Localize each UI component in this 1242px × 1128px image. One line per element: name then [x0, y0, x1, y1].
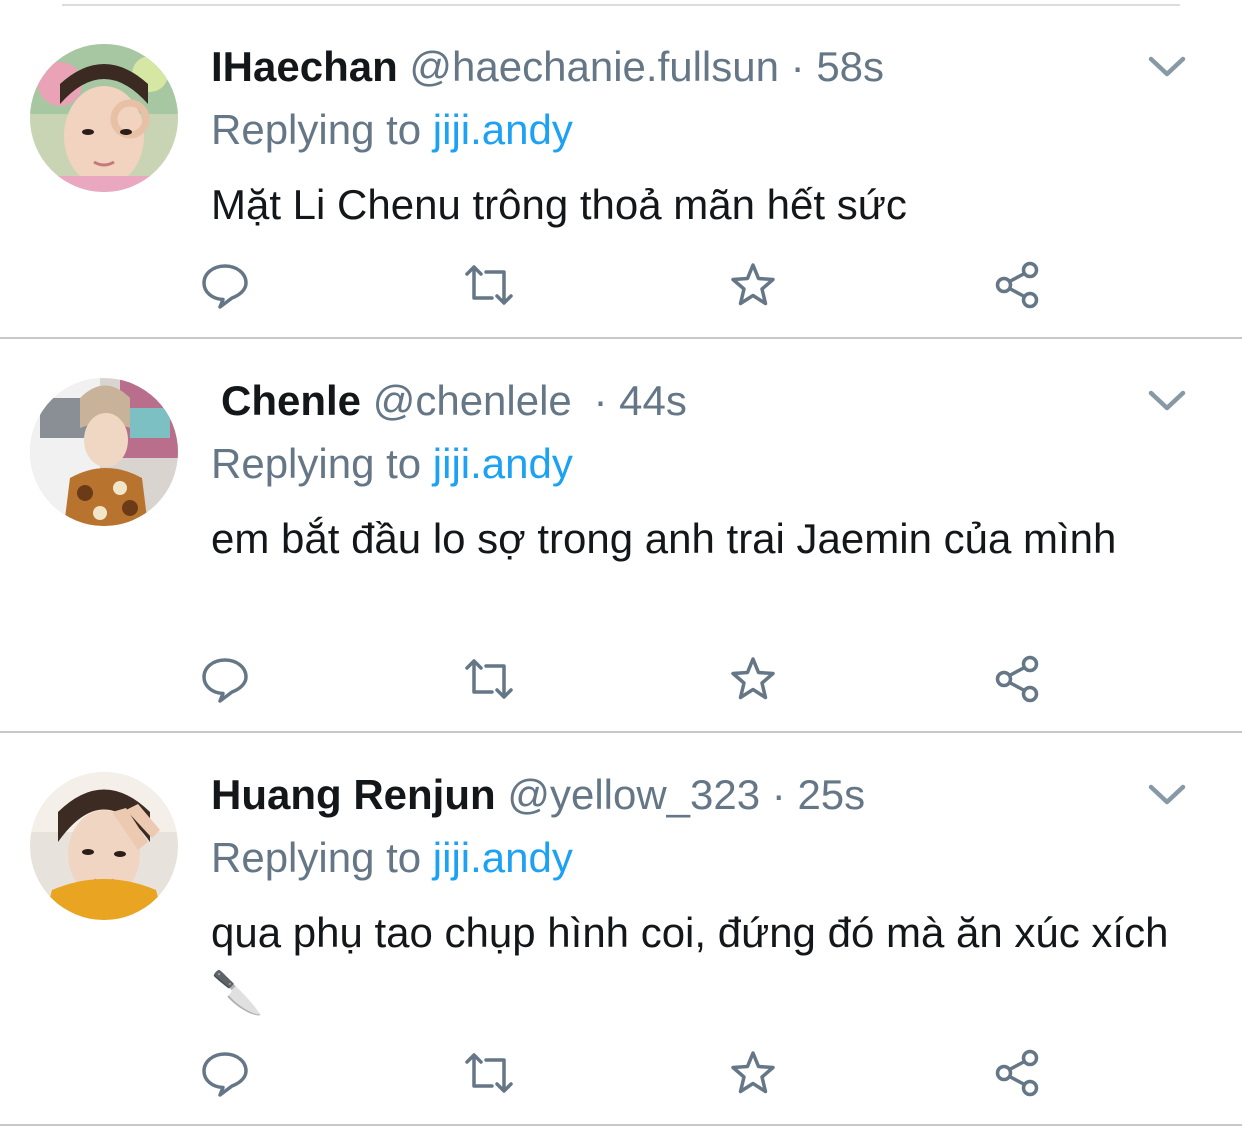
tweet-divider [0, 731, 1242, 733]
chevron-down-icon[interactable] [1146, 780, 1188, 810]
user-handle[interactable]: @chenlele [373, 377, 572, 424]
separator-dot: · [593, 377, 608, 424]
star-icon[interactable] [728, 260, 778, 310]
top-divider [62, 4, 1180, 6]
tweet-header: IHaechan @haechanie.fullsun · 58s [211, 42, 884, 92]
share-icon[interactable] [992, 260, 1042, 310]
retweet-icon[interactable] [464, 654, 514, 704]
replying-to: Replying to jiji.andy [211, 105, 573, 155]
star-icon[interactable] [728, 654, 778, 704]
user-handle[interactable]: @yellow_323 [507, 771, 760, 818]
tweet-text: qua phụ tao chụp hình coi, đứng đó mà ăn… [211, 909, 1169, 1016]
timestamp[interactable]: 25s [797, 771, 865, 818]
avatar[interactable] [30, 772, 178, 920]
reply-bubble-icon[interactable] [200, 260, 250, 310]
replying-to: Replying to jiji.andy [211, 439, 573, 489]
star-icon[interactable] [728, 1048, 778, 1098]
separator-dot: · [771, 771, 786, 818]
replying-prefix: Replying to [211, 106, 422, 153]
chevron-down-icon[interactable] [1146, 52, 1188, 82]
share-icon[interactable] [992, 654, 1042, 704]
tweet-text: Mặt Li Chenu trông thoả mãn hết sức [211, 181, 907, 228]
tweet-header: Chenle @chenlele · 44s [211, 376, 687, 426]
display-name[interactable]: IHaechan [211, 43, 398, 90]
user-handle[interactable]: @haechanie.fullsun [409, 43, 779, 90]
retweet-icon[interactable] [464, 260, 514, 310]
avatar[interactable] [30, 44, 178, 192]
timestamp[interactable]: 58s [816, 43, 884, 90]
tweet-header: Huang Renjun @yellow_323 · 25s [211, 770, 865, 820]
replying-prefix: Replying to [211, 834, 422, 881]
replying-to-link[interactable]: jiji.andy [433, 440, 573, 487]
replying-prefix: Replying to [211, 440, 422, 487]
tweet-divider [0, 337, 1242, 339]
reply-bubble-icon[interactable] [200, 1048, 250, 1098]
share-icon[interactable] [992, 1048, 1042, 1098]
retweet-icon[interactable] [464, 1048, 514, 1098]
tweet-text: em bắt đầu lo sợ trong anh trai Jaemin c… [211, 515, 1117, 562]
chevron-down-icon[interactable] [1146, 386, 1188, 416]
replying-to-link[interactable]: jiji.andy [433, 106, 573, 153]
timestamp[interactable]: 44s [619, 377, 687, 424]
avatar[interactable] [30, 378, 178, 526]
display-name[interactable]: Huang Renjun [211, 771, 496, 818]
tweet-divider [0, 1124, 1242, 1126]
reply-bubble-icon[interactable] [200, 654, 250, 704]
replying-to: Replying to jiji.andy [211, 833, 573, 883]
separator-dot: · [790, 43, 805, 90]
replying-to-link[interactable]: jiji.andy [433, 834, 573, 881]
display-name[interactable]: Chenle [221, 377, 361, 424]
